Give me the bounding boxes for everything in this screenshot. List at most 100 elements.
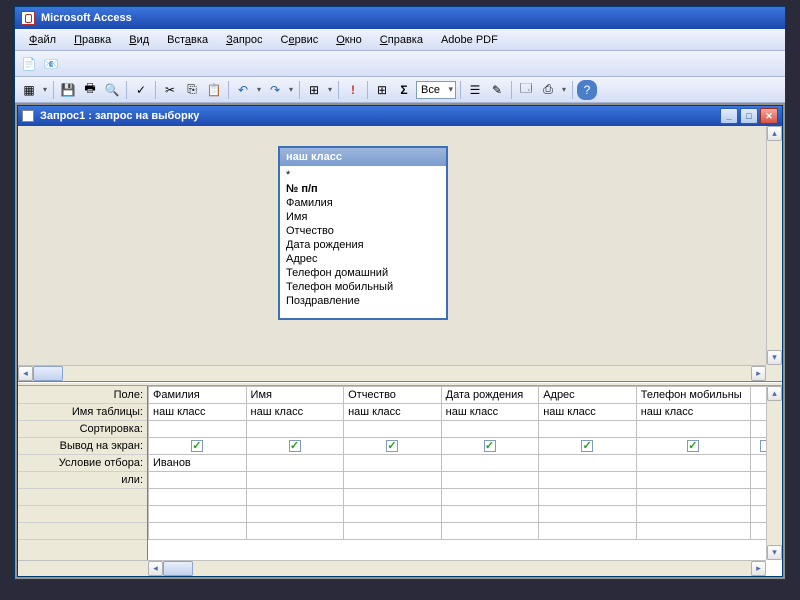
print-icon[interactable]: 🖶	[80, 80, 100, 100]
show-checkbox[interactable]	[289, 440, 301, 452]
cell[interactable]: Отчество	[344, 387, 442, 404]
cell[interactable]: Имя	[246, 387, 344, 404]
field-list[interactable]: * № п/п Фамилия Имя Отчество Дата рожден…	[280, 166, 446, 318]
top-vscroll[interactable]: ▴ ▾	[766, 126, 782, 365]
source-table-box[interactable]: наш класс * № п/п Фамилия Имя Отчество Д…	[278, 146, 448, 320]
cell[interactable]: наш класс	[246, 404, 344, 421]
view-dropdown-icon[interactable]: ▾	[41, 80, 49, 100]
redo-icon[interactable]: ↷	[265, 80, 285, 100]
menu-window[interactable]: Окно	[328, 32, 370, 48]
menu-insert[interactable]: Вставка	[159, 32, 216, 48]
grid-row-labels: Поле: Имя таблицы: Сортировка: Вывод на …	[18, 386, 148, 576]
row-field: Фамилия Имя Отчество Дата рождения Адрес…	[149, 387, 782, 404]
field-item[interactable]: Телефон домашний	[286, 266, 440, 280]
menu-view[interactable]: Вид	[121, 32, 157, 48]
run-icon[interactable]: !	[343, 80, 363, 100]
field-item[interactable]: Телефон мобильный	[286, 280, 440, 294]
minimize-button[interactable]: _	[720, 108, 738, 124]
cell[interactable]: Дата рождения	[441, 387, 539, 404]
field-item[interactable]: Дата рождения	[286, 238, 440, 252]
scroll-right-icon[interactable]: ▸	[751, 561, 766, 576]
help-icon[interactable]: ?	[577, 80, 597, 100]
show-checkbox[interactable]	[687, 440, 699, 452]
totals-icon[interactable]: Σ	[394, 80, 414, 100]
cell[interactable]: наш класс	[344, 404, 442, 421]
field-item[interactable]: Фамилия	[286, 196, 440, 210]
redo-dropdown-icon[interactable]: ▾	[287, 80, 295, 100]
label-field: Поле:	[18, 387, 147, 404]
field-item[interactable]: Имя	[286, 210, 440, 224]
show-checkbox[interactable]	[191, 440, 203, 452]
row-or	[149, 472, 782, 489]
menu-service[interactable]: Сервис	[273, 32, 327, 48]
qbe-grid: Поле: Имя таблицы: Сортировка: Вывод на …	[18, 386, 782, 576]
show-checkbox[interactable]	[484, 440, 496, 452]
menu-file[interactable]: Файл	[21, 32, 64, 48]
scroll-down-icon[interactable]: ▾	[767, 350, 782, 365]
show-checkbox[interactable]	[386, 440, 398, 452]
top-values-select[interactable]: Все	[416, 81, 456, 99]
menu-edit[interactable]: Правка	[66, 32, 119, 48]
menubar: Файл Правка Вид Вставка Запрос Сервис Ок…	[15, 29, 785, 51]
child-title: Запрос1 : запрос на выборку	[40, 110, 199, 122]
scroll-thumb[interactable]	[33, 366, 63, 381]
scroll-left-icon[interactable]: ◂	[148, 561, 163, 576]
pdf-icon[interactable]: 📄	[19, 54, 39, 74]
field-item[interactable]: Поздравление	[286, 294, 440, 308]
scroll-up-icon[interactable]: ▴	[767, 126, 782, 141]
scroll-right-icon[interactable]: ▸	[751, 366, 766, 381]
builder-icon[interactable]: ✎	[487, 80, 507, 100]
maximize-button[interactable]: □	[740, 108, 758, 124]
querytype-dropdown-icon[interactable]: ▾	[326, 80, 334, 100]
cell[interactable]: Иванов	[149, 455, 247, 472]
cell[interactable]: наш класс	[441, 404, 539, 421]
spell-icon[interactable]: ✓	[131, 80, 151, 100]
properties-icon[interactable]: ☰	[465, 80, 485, 100]
table-pane[interactable]: наш класс * № п/п Фамилия Имя Отчество Д…	[18, 126, 782, 382]
scroll-down-icon[interactable]: ▾	[767, 545, 782, 560]
querytype-icon[interactable]: ⊞	[304, 80, 324, 100]
newobject-icon[interactable]: ⎙	[538, 80, 558, 100]
undo-icon[interactable]: ↶	[233, 80, 253, 100]
row-table: наш класс наш класс наш класс наш класс …	[149, 404, 782, 421]
row-sort	[149, 421, 782, 438]
dbwindow-icon[interactable]: 🗔	[516, 80, 536, 100]
cell[interactable]: Адрес	[539, 387, 637, 404]
menu-adobe[interactable]: Adobe PDF	[433, 32, 506, 48]
grid-table[interactable]: Фамилия Имя Отчество Дата рождения Адрес…	[148, 386, 782, 540]
cell[interactable]: наш класс	[636, 404, 750, 421]
label-criteria: Условие отбора:	[18, 455, 147, 472]
top-hscroll[interactable]: ◂ ▸	[18, 365, 766, 381]
field-item[interactable]: Адрес	[286, 252, 440, 266]
scroll-left-icon[interactable]: ◂	[18, 366, 33, 381]
field-item[interactable]: Отчество	[286, 224, 440, 238]
copy-icon[interactable]: ⎘	[182, 80, 202, 100]
row-show	[149, 438, 782, 455]
menu-help[interactable]: Справка	[372, 32, 431, 48]
paste-icon[interactable]: 📋	[204, 80, 224, 100]
cell[interactable]: наш класс	[539, 404, 637, 421]
menu-query[interactable]: Запрос	[218, 32, 270, 48]
close-button[interactable]: ✕	[760, 108, 778, 124]
cell[interactable]: Фамилия	[149, 387, 247, 404]
field-item[interactable]: *	[286, 168, 440, 182]
show-checkbox[interactable]	[581, 440, 593, 452]
scroll-thumb[interactable]	[163, 561, 193, 576]
toolbar-main: ▦▾ 💾 🖶 🔍 ✓ ✂ ⎘ 📋 ↶▾ ↷▾ ⊞▾ ! ⊞ Σ Все ☰ ✎ …	[15, 77, 785, 103]
field-item[interactable]: № п/п	[286, 182, 440, 196]
grid-hscroll[interactable]: ◂ ▸	[148, 560, 766, 576]
view-icon[interactable]: ▦	[19, 80, 39, 100]
grid-body[interactable]: Фамилия Имя Отчество Дата рождения Адрес…	[148, 386, 782, 576]
undo-dropdown-icon[interactable]: ▾	[255, 80, 263, 100]
cut-icon[interactable]: ✂	[160, 80, 180, 100]
showtable-icon[interactable]: ⊞	[372, 80, 392, 100]
scroll-up-icon[interactable]: ▴	[767, 386, 782, 401]
cell[interactable]: наш класс	[149, 404, 247, 421]
cell[interactable]: Телефон мобильны	[636, 387, 750, 404]
grid-vscroll[interactable]: ▴ ▾	[766, 386, 782, 560]
save-icon[interactable]: 💾	[58, 80, 78, 100]
newobject-dropdown-icon[interactable]: ▾	[560, 80, 568, 100]
app-title: Microsoft Access	[41, 12, 132, 24]
preview-icon[interactable]: 🔍	[102, 80, 122, 100]
pdf-mail-icon[interactable]: 📧	[41, 54, 61, 74]
